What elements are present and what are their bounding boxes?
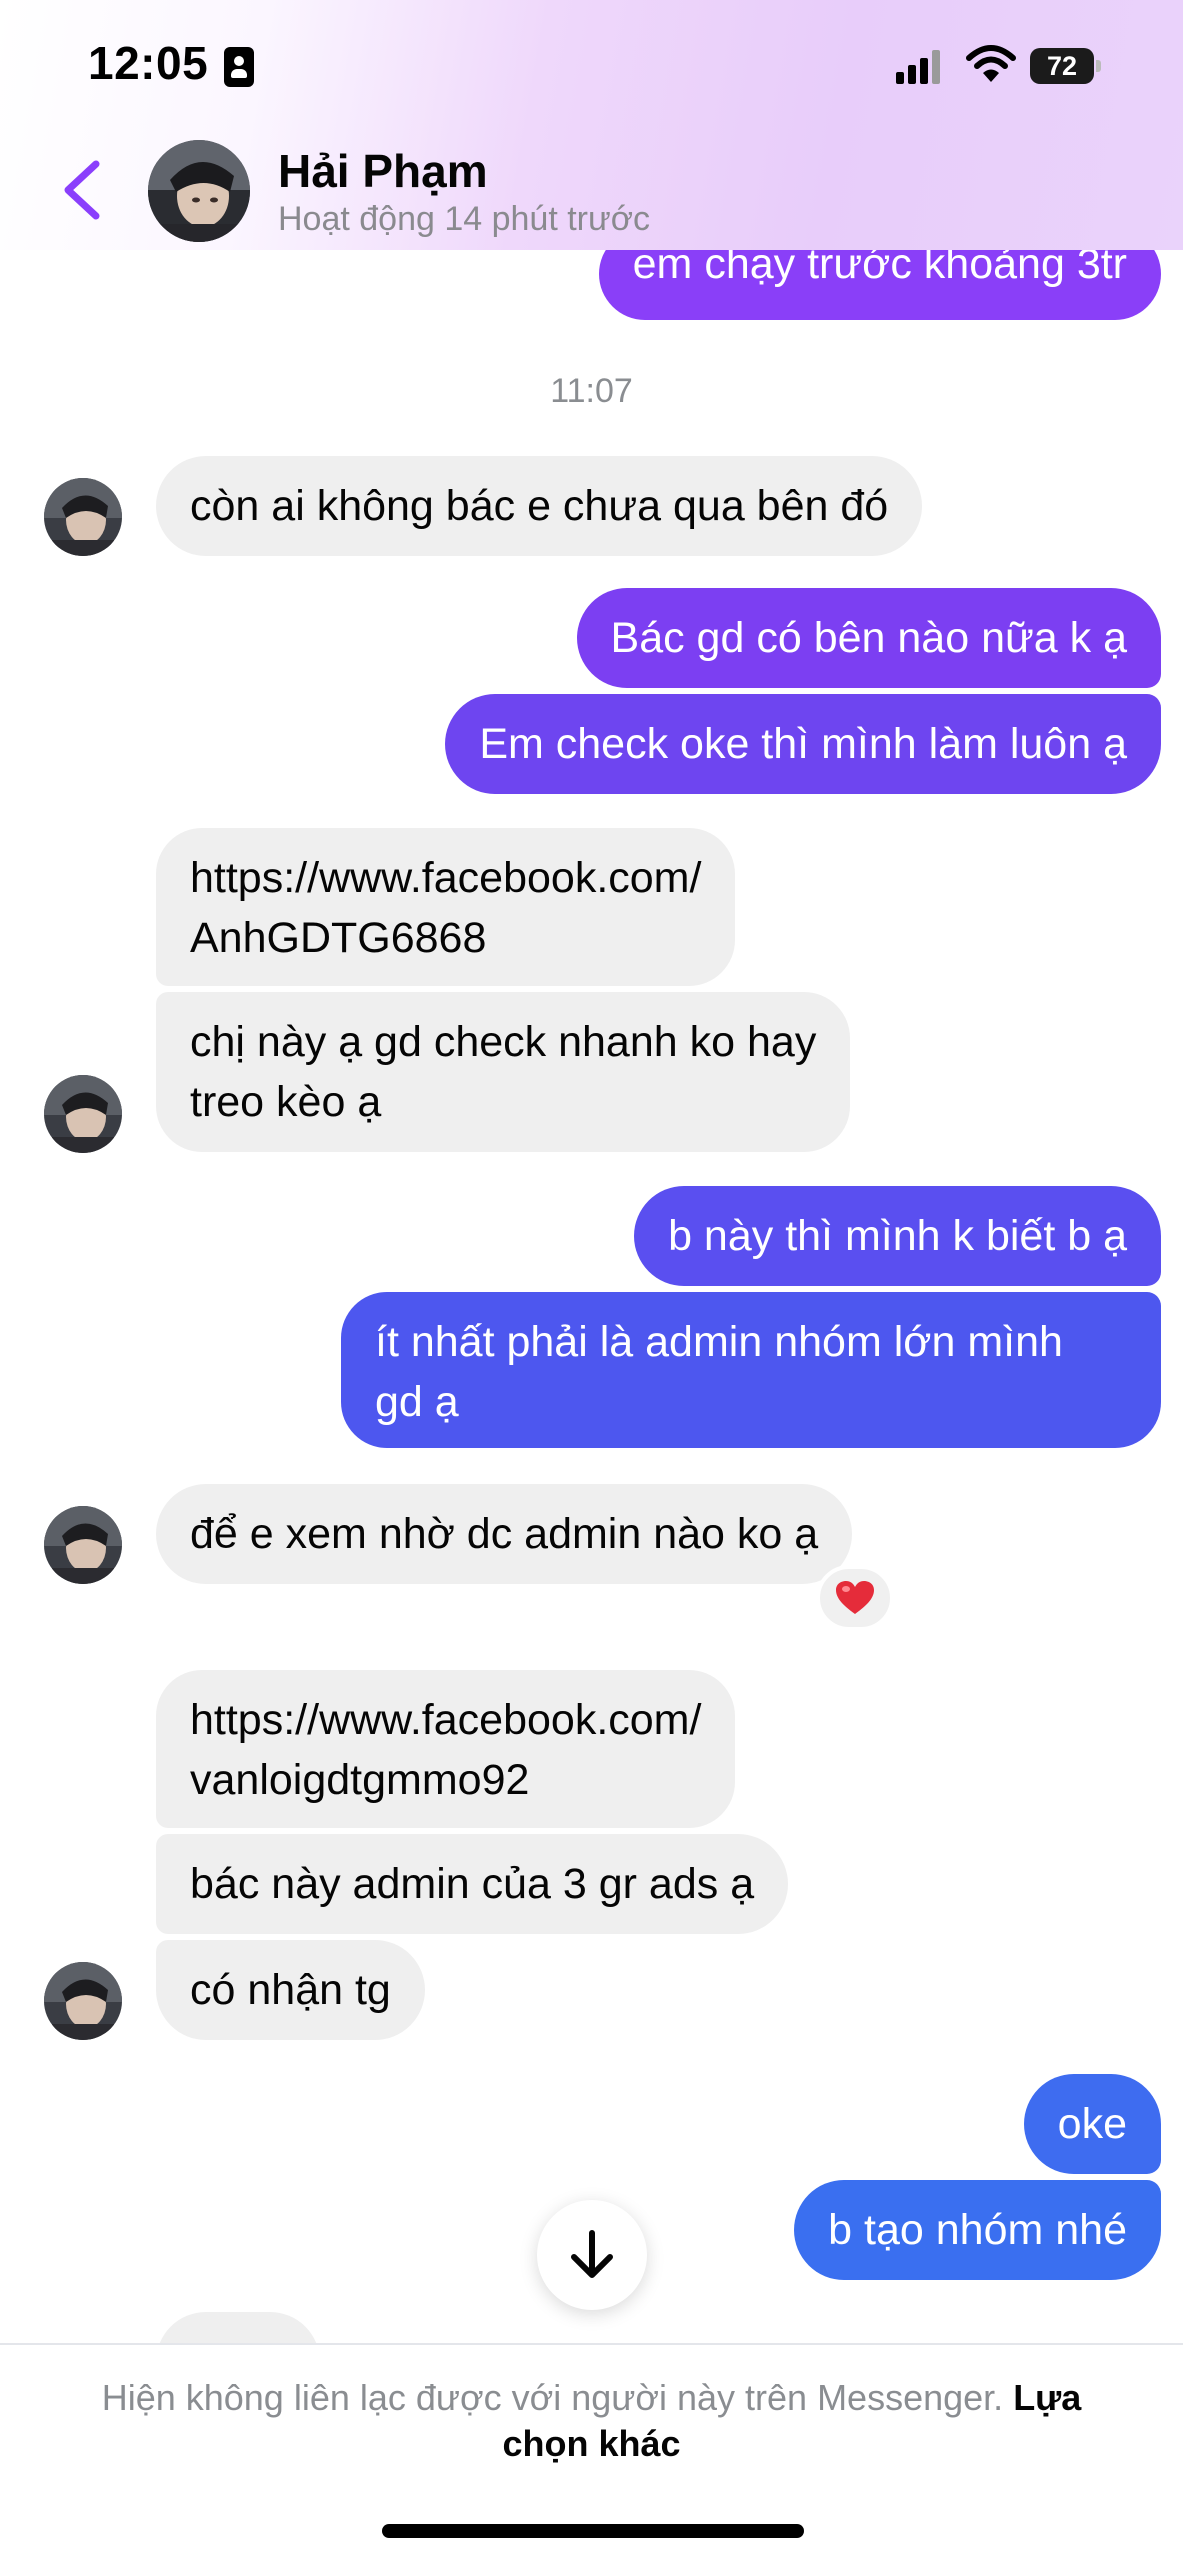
- battery-icon: 72: [1030, 48, 1101, 84]
- outgoing-message[interactable]: oke: [1023, 2074, 1161, 2174]
- incoming-message[interactable]: để e xem nhờ dc admin nào ko ạ: [156, 1484, 853, 1584]
- message-text: Em check oke thì mình làm luôn ạ: [479, 720, 1127, 768]
- contact-avatar[interactable]: [44, 1962, 122, 2040]
- unavailable-notice: Hiện không liên lạc được với người này t…: [101, 2377, 1004, 2418]
- incoming-message[interactable]: bác này admin của 3 gr ads ạ: [156, 1834, 789, 1934]
- message-text: gd ạ: [375, 1378, 459, 1426]
- contact-name[interactable]: Hải Phạm: [278, 144, 488, 198]
- message-text: còn ai không bác e chưa qua bên đó: [190, 482, 889, 530]
- battery-level: 72: [1030, 48, 1094, 84]
- message-text: bác này admin của 3 gr ads ạ: [190, 1860, 755, 1908]
- cellular-signal-icon: [896, 50, 942, 84]
- incoming-message[interactable]: còn ai không bác e chưa qua bên đó: [156, 456, 923, 556]
- conversation-area[interactable]: em chạy trước khoảng 3tr 11:07 còn ai kh…: [0, 0, 1183, 2345]
- message-timestamp: 11:07: [550, 372, 633, 410]
- link-text-line[interactable]: https://www.facebook.com/: [190, 1690, 701, 1750]
- link-text-line[interactable]: AnhGDTG6868: [190, 908, 701, 968]
- chevron-left-icon: [64, 160, 100, 220]
- contact-card-icon: [224, 47, 254, 87]
- message-text: b tạo nhóm nhé: [828, 2206, 1127, 2254]
- link-text-line[interactable]: https://www.facebook.com/: [190, 848, 701, 908]
- scroll-to-bottom-button[interactable]: [537, 2200, 647, 2310]
- outgoing-message[interactable]: ít nhất phải là admin nhóm lớn mình gd ạ: [341, 1292, 1161, 1448]
- message-text: treo kèo ạ: [190, 1078, 382, 1126]
- message-text: để e xem nhờ dc admin nào ko ạ: [190, 1510, 819, 1558]
- message-text: oke: [1057, 2100, 1127, 2148]
- message-text: b này thì mình k biết b ạ: [668, 1212, 1127, 1260]
- outgoing-message[interactable]: Em check oke thì mình làm luôn ạ: [445, 694, 1161, 794]
- incoming-message[interactable]: https://www.facebook.com/ vanloigdtgmmo9…: [156, 1670, 736, 1828]
- wifi-icon: [966, 44, 1016, 84]
- incoming-message-partial[interactable]: [156, 2312, 320, 2345]
- arrow-down-icon: [571, 2230, 613, 2278]
- message-text: chị này ạ gd check nhanh ko hay: [190, 1018, 817, 1066]
- heart-icon: [836, 1581, 874, 1614]
- incoming-message[interactable]: https://www.facebook.com/ AnhGDTG6868: [156, 828, 736, 986]
- incoming-message[interactable]: có nhận tg: [156, 1940, 425, 2040]
- outgoing-message[interactable]: b tạo nhóm nhé: [794, 2180, 1161, 2280]
- outgoing-message[interactable]: Bác gd có bên nào nữa k ạ: [576, 588, 1161, 688]
- contact-avatar[interactable]: [44, 478, 122, 556]
- contact-avatar[interactable]: [44, 1075, 122, 1153]
- activity-status: Hoạt động 14 phút trước: [278, 200, 651, 238]
- back-button[interactable]: [52, 150, 112, 230]
- home-indicator[interactable]: [382, 2524, 804, 2538]
- contact-avatar-header[interactable]: [148, 140, 250, 242]
- footer-notice-block: Hiện không liên lạc được với người này t…: [60, 2375, 1123, 2467]
- outgoing-message[interactable]: b này thì mình k biết b ạ: [634, 1186, 1161, 1286]
- message-text: ít nhất phải là admin nhóm lớn mình: [375, 1318, 1063, 1366]
- status-time: 12:05: [88, 37, 209, 89]
- message-text: Bác gd có bên nào nữa k ạ: [610, 614, 1127, 662]
- contact-avatar[interactable]: [44, 1506, 122, 1584]
- incoming-message[interactable]: chị này ạ gd check nhanh ko hay treo kèo…: [156, 992, 851, 1152]
- message-text: có nhận tg: [190, 1966, 391, 2014]
- heart-reaction[interactable]: [816, 1565, 894, 1631]
- link-text-line[interactable]: vanloigdtgmmo92: [190, 1750, 701, 1810]
